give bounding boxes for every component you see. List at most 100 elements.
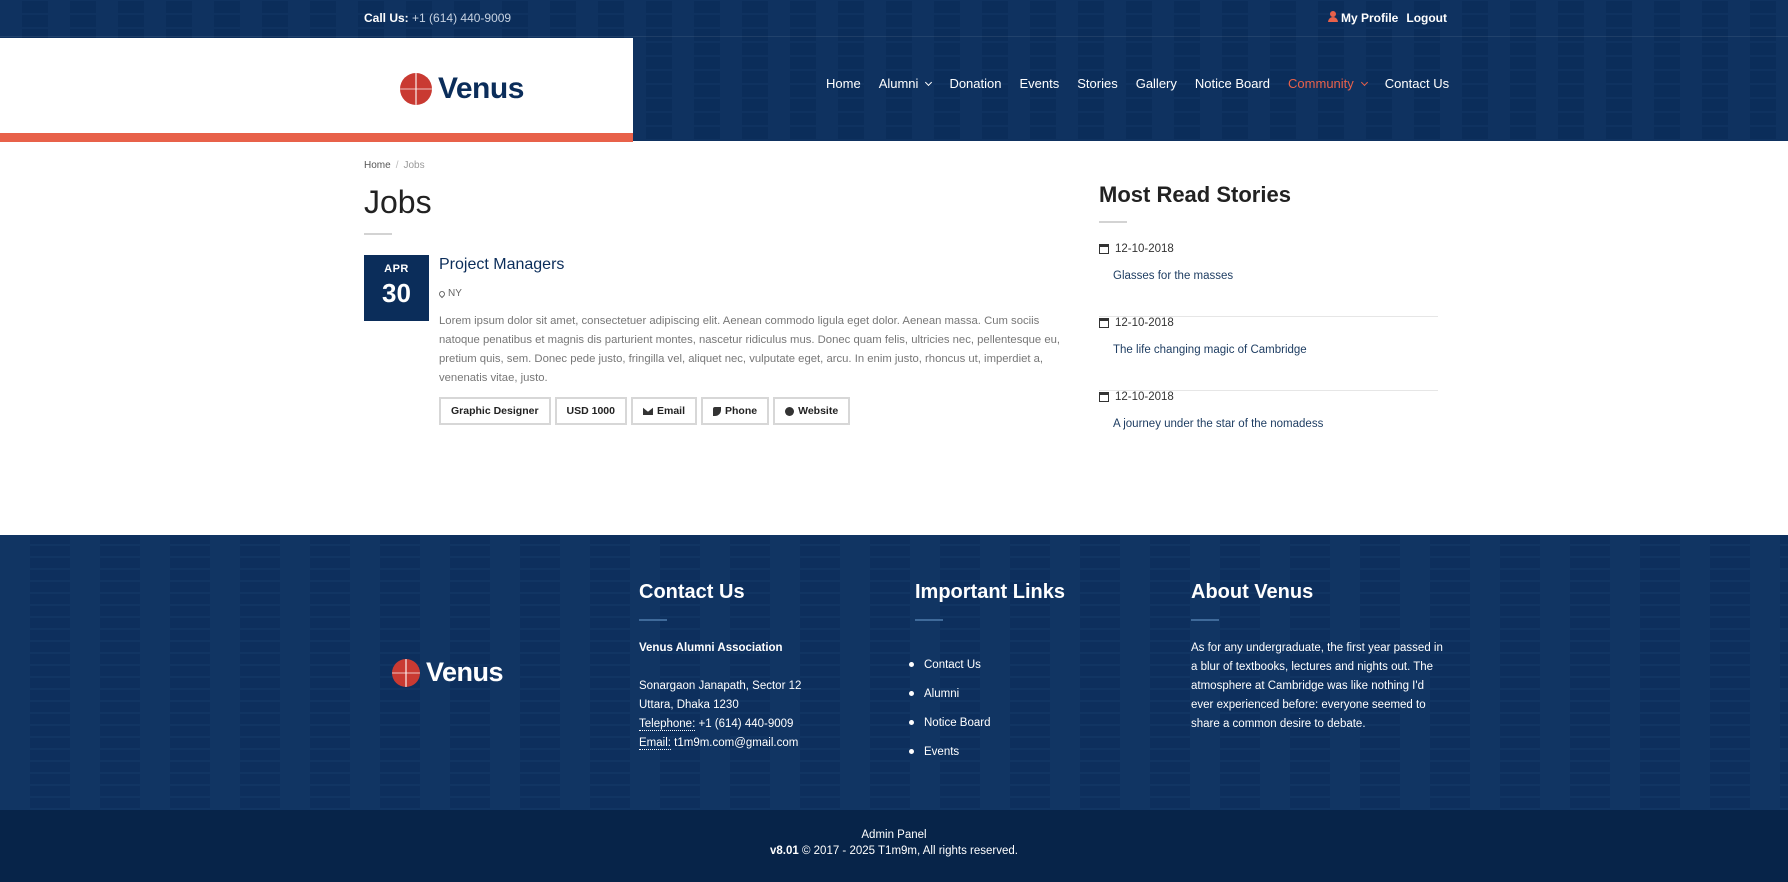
nav-contact-us[interactable]: Contact Us — [1385, 76, 1449, 91]
job-month: APR — [384, 263, 409, 275]
main-nav: Home Alumni Donation Events Stories Gall… — [826, 76, 1449, 91]
envelope-icon — [642, 407, 653, 415]
story-link[interactable]: Glasses for the masses — [1113, 270, 1233, 282]
footer-address-line-2: Uttara, Dhaka 1230 — [639, 699, 739, 711]
map-marker-icon — [437, 289, 447, 298]
title-divider — [364, 233, 392, 235]
site-logo[interactable]: Venus — [400, 72, 524, 106]
nav-home[interactable]: Home — [826, 76, 861, 91]
tag-salary[interactable]: USD 1000 — [554, 397, 627, 425]
call-label: Call Us: — [364, 11, 409, 25]
story-date: 12-10-2018 — [1099, 317, 1174, 329]
website-button-label: Website — [798, 405, 839, 417]
logout-link[interactable]: Logout — [1406, 11, 1447, 25]
footer-link-label: Events — [924, 745, 960, 758]
chevron-down-icon — [925, 78, 933, 86]
footer-links-divider — [915, 619, 943, 621]
footer-link-label: Notice Board — [924, 716, 991, 729]
chevron-down-icon — [1360, 78, 1368, 86]
venus-logo-icon — [392, 658, 420, 687]
footer-link-contact-us[interactable]: Contact Us — [909, 650, 990, 679]
copyright-notice: © 2017 - 2025 T1m9m, All rights reserved… — [801, 845, 1018, 857]
top-bar: Call Us: +1 (614) 440-9009 My Profile Lo… — [0, 0, 1788, 37]
footer-address: Sonargaon Janapath, Sector 12 Uttara, Dh… — [639, 677, 801, 753]
my-profile-label: My Profile — [1341, 11, 1399, 25]
phone-icon — [713, 406, 721, 416]
most-read-title: Most Read Stories — [1099, 182, 1291, 207]
nav-alumni[interactable]: Alumni — [878, 76, 933, 91]
calendar-icon — [1099, 244, 1109, 254]
footer-link-label: Alumni — [924, 687, 960, 700]
calendar-icon — [1099, 392, 1109, 402]
story-date-text: 12-10-2018 — [1115, 317, 1174, 329]
footer-link-label: Contact Us — [924, 658, 981, 671]
footer-contact-divider — [639, 619, 667, 621]
call-info: Call Us: +1 (614) 440-9009 — [364, 11, 511, 25]
job-location-text: NY — [448, 288, 462, 299]
breadcrumb-home[interactable]: Home — [364, 160, 391, 171]
nav-stories[interactable]: Stories — [1077, 76, 1117, 91]
story-link[interactable]: The life changing magic of Cambridge — [1113, 344, 1307, 356]
breadcrumb-current: Jobs — [403, 160, 425, 171]
footer-link-events[interactable]: Events — [909, 737, 990, 766]
story-date: 12-10-2018 — [1099, 391, 1174, 403]
email-label: Email: — [639, 737, 671, 750]
user-icon — [1328, 11, 1338, 22]
footer-link-notice-board[interactable]: Notice Board — [909, 708, 990, 737]
footer-contact-title: Contact Us — [639, 581, 745, 603]
job-title-link[interactable]: Project Managers — [439, 256, 564, 274]
venus-logo-icon — [400, 73, 432, 105]
job-day: 30 — [382, 278, 411, 308]
story-item: 12-10-2018 The life changing magic of Ca… — [1099, 317, 1438, 391]
nav-gallery[interactable]: Gallery — [1136, 76, 1177, 91]
telephone-value[interactable]: +1 (614) 440-9009 — [698, 718, 793, 730]
footer-email: Email: t1m9m.com@gmail.com — [639, 734, 801, 753]
story-link[interactable]: A journey under the star of the nomadess — [1113, 418, 1323, 430]
website-button[interactable]: Website — [773, 397, 851, 425]
footer-about-text: As for any undergraduate, the first year… — [1191, 642, 1443, 730]
footer-about-title: About Venus — [1191, 581, 1314, 603]
page-title: Jobs — [364, 184, 432, 220]
job-location: NY — [437, 288, 462, 299]
breadcrumb-separator: / — [395, 160, 399, 171]
copyright-bar: Admin Panel v8.01 © 2017 - 2025 T1m9m, A… — [0, 810, 1788, 882]
nav-community-label: Community — [1288, 76, 1354, 91]
phone-button-label: Phone — [725, 405, 758, 417]
phone-button[interactable]: Phone — [701, 397, 770, 425]
story-item: 12-10-2018 Glasses for the masses — [1099, 243, 1438, 317]
story-date-text: 12-10-2018 — [1115, 391, 1174, 403]
footer-telephone: Telephone: +1 (614) 440-9009 — [639, 715, 801, 734]
brand-name: Venus — [438, 72, 524, 105]
footer-brand-name: Venus — [426, 657, 504, 687]
story-item: 12-10-2018 A journey under the star of t… — [1099, 391, 1438, 465]
breadcrumb: Home / Jobs — [364, 160, 425, 171]
email-button[interactable]: Email — [630, 397, 697, 425]
tag-category[interactable]: Graphic Designer — [439, 397, 551, 425]
site-header: Call Us: +1 (614) 440-9009 My Profile Lo… — [0, 0, 1788, 142]
job-date-badge: APR 30 — [364, 255, 429, 321]
footer-address-line-1: Sonargaon Janapath, Sector 12 — [639, 680, 802, 692]
site-footer: Venus — [0, 535, 1788, 810]
footer-org-name: Venus Alumni Association — [639, 642, 783, 654]
globe-icon — [785, 406, 795, 416]
nav-community[interactable]: Community — [1288, 76, 1368, 91]
nav-notice-board[interactable]: Notice Board — [1195, 76, 1270, 91]
account-links: My Profile Logout — [1328, 11, 1447, 25]
footer-logo[interactable]: Venus — [392, 657, 504, 688]
nav-alumni-label: Alumni — [878, 76, 919, 91]
footer-link-alumni[interactable]: Alumni — [909, 679, 990, 708]
footer-links-list: Contact Us Alumni Notice Board Events — [909, 650, 990, 766]
nav-donation[interactable]: Donation — [949, 76, 1001, 91]
call-number[interactable]: +1 (614) 440-9009 — [412, 11, 511, 25]
job-tags: Graphic Designer USD 1000 Email Phone We… — [439, 397, 851, 425]
footer-background — [0, 535, 1788, 810]
story-date: 12-10-2018 — [1099, 243, 1174, 255]
my-profile-link[interactable]: My Profile — [1328, 11, 1398, 25]
calendar-icon — [1099, 318, 1109, 328]
email-value[interactable]: t1m9m.com@gmail.com — [674, 737, 798, 749]
admin-panel-link[interactable]: Admin Panel — [0, 829, 1788, 841]
copyright-text: v8.01 © 2017 - 2025 T1m9m, All rights re… — [0, 845, 1788, 857]
nav-events[interactable]: Events — [1019, 76, 1059, 91]
telephone-label: Telephone: — [639, 718, 696, 731]
job-description: Lorem ipsum dolor sit amet, consectetuer… — [439, 315, 1061, 384]
